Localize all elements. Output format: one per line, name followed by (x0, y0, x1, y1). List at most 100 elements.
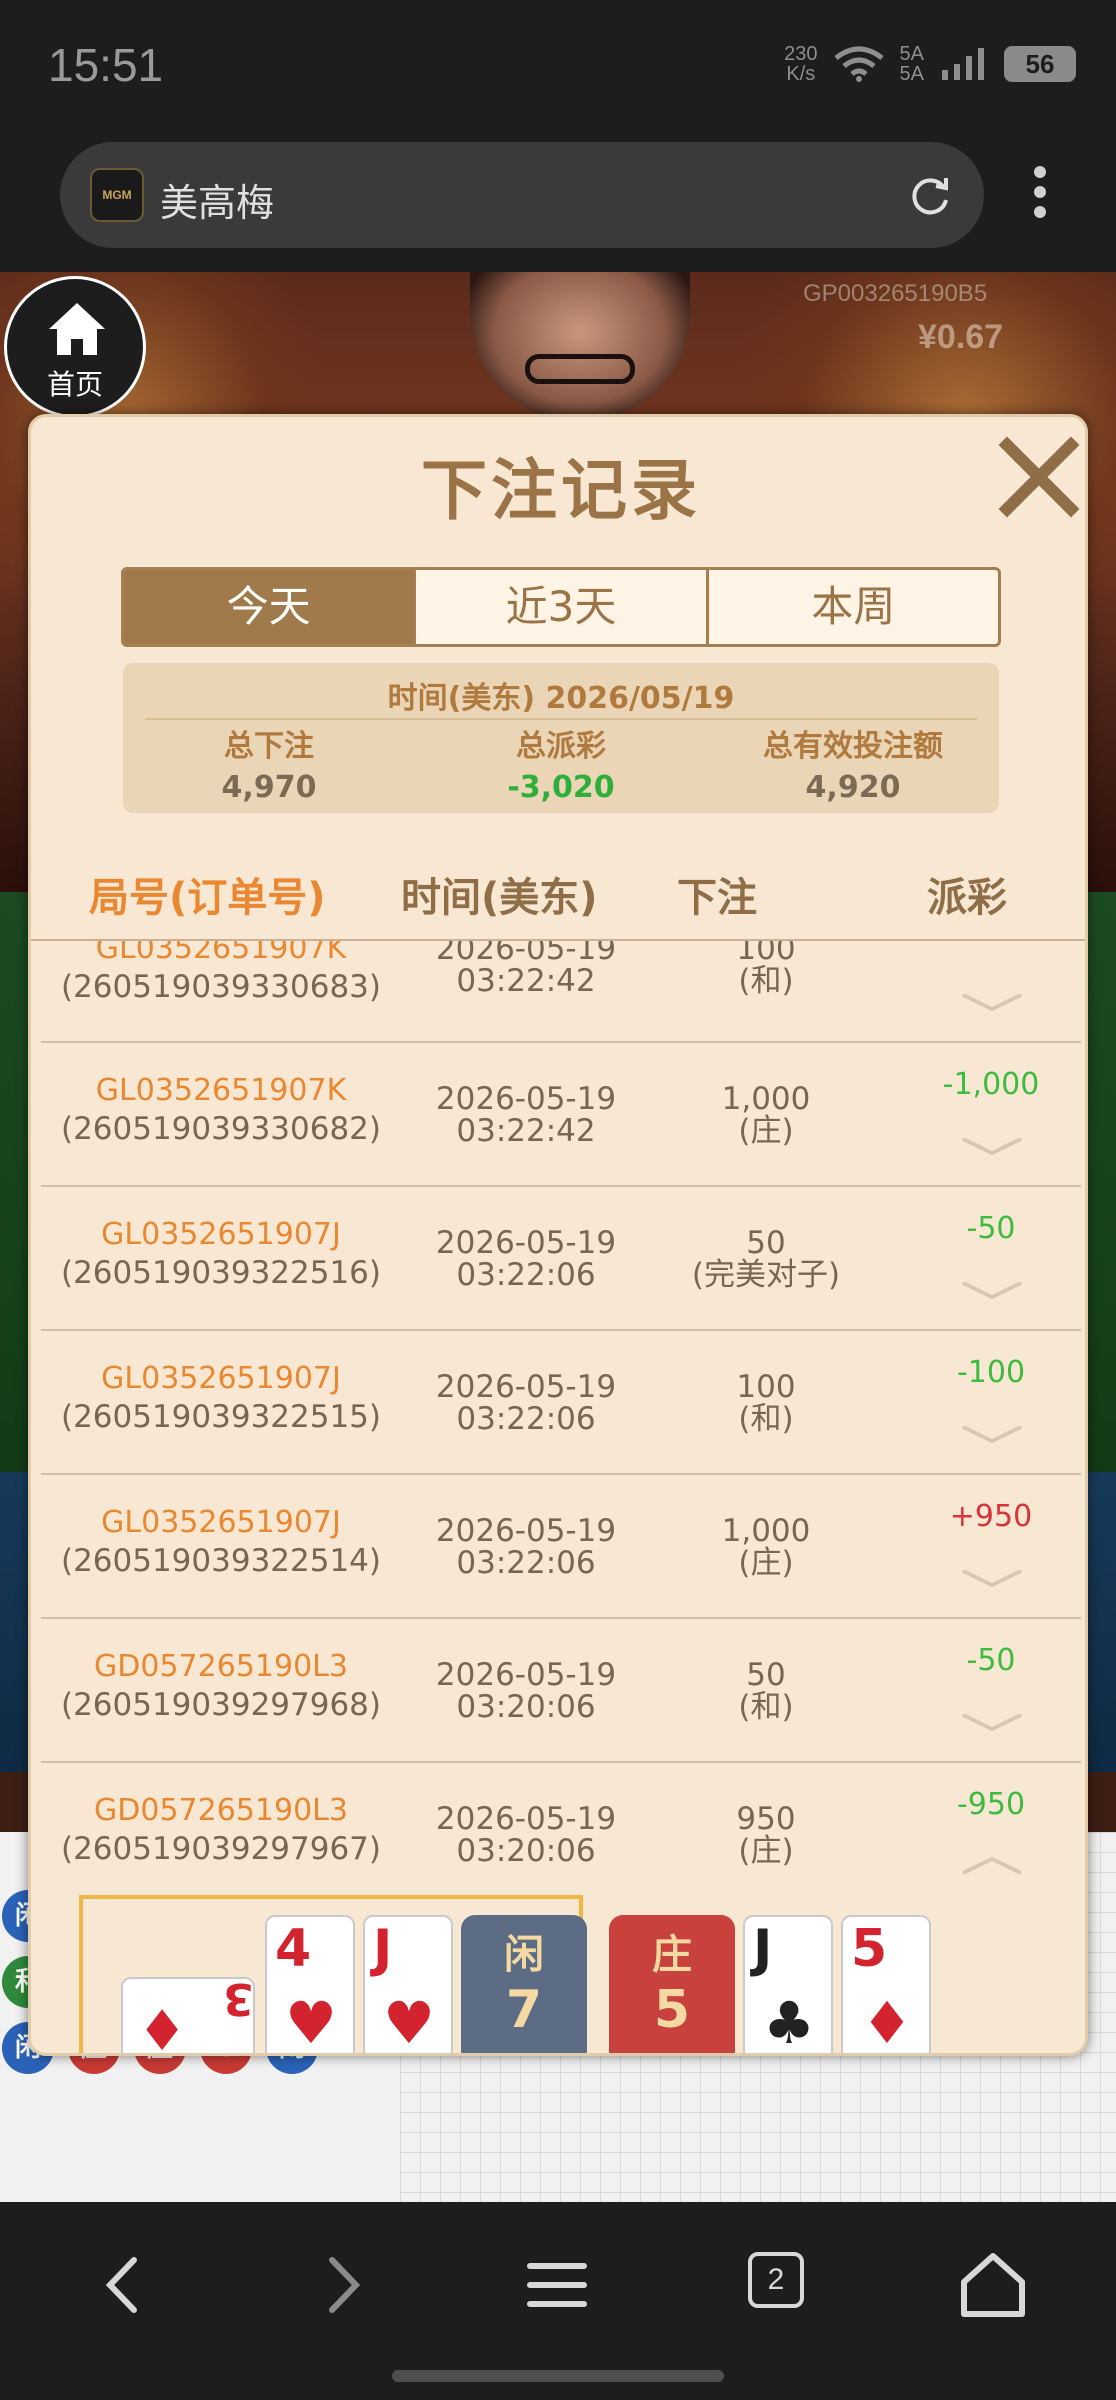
valid-bet-value: 4,920 (805, 770, 901, 805)
round-id: GP003265190B5 (803, 280, 988, 307)
row-date: 2026-05-19 (435, 1081, 617, 1117)
row-id-cell: GD057265190L3 (260519039297967) (41, 1793, 401, 1869)
card-rank: 3 (223, 1977, 254, 2024)
bet-amount: 100 (736, 1369, 796, 1405)
order-number: (260519039297967) (60, 1831, 382, 1867)
row-time: 03:22:42 (456, 963, 596, 999)
column-header-payout: 派彩 (927, 875, 1007, 921)
game-id: GL0352651907K (95, 1073, 347, 1108)
row-time-cell: 2026-05-19 03:22:42 (391, 941, 661, 997)
game-id: GL0352651907K (95, 941, 347, 966)
chevron-down-icon[interactable] (959, 1421, 1025, 1447)
gesture-bar[interactable] (392, 2370, 724, 2382)
bet-type: (庄) (738, 1113, 794, 1149)
player-label: 闲 (504, 1932, 544, 1978)
bet-type: (庄) (738, 1545, 794, 1581)
total-bet-value: 4,970 (221, 770, 317, 805)
tab-today[interactable]: 今天 (124, 570, 417, 644)
banker-label: 庄 (652, 1932, 692, 1978)
bet-amount: 100 (736, 941, 796, 967)
table-row[interactable]: GL0352651907J (260519039322514) 2026-05-… (41, 1475, 1081, 1619)
table-row[interactable]: GL0352651907J (260519039322516) 2026-05-… (41, 1187, 1081, 1331)
status-icons: 230 K/s 5A 5A 56 (784, 44, 1076, 84)
summary-date: 时间(美东) 2026/05/19 (387, 681, 735, 716)
row-time-cell: 2026-05-19 03:20:06 (391, 1803, 661, 1867)
chevron-down-icon[interactable] (959, 1565, 1025, 1591)
close-icon[interactable] (997, 435, 1081, 519)
payout-value: -1,000 (942, 1067, 1040, 1102)
tabs-icon[interactable]: 2 (748, 2252, 804, 2308)
bet-amount: 50 (746, 1657, 786, 1693)
column-header-bet: 下注 (677, 875, 757, 921)
heart-icon: ♥ (383, 1989, 435, 2056)
address-bar[interactable]: MGM 美高梅 (60, 142, 984, 248)
chevron-down-icon[interactable] (959, 1709, 1025, 1735)
banker-card-2: 5 ♦ (841, 1915, 931, 2053)
row-date: 2026-05-19 (435, 941, 617, 967)
tab-last-3-days[interactable]: 近3天 (416, 570, 709, 644)
row-time: 03:22:06 (456, 1545, 596, 1581)
player-score: 7 (505, 1980, 543, 2040)
table-row[interactable]: GL0352651907K (260519039330683) 2026-05-… (41, 941, 1081, 1043)
summary-divider (145, 718, 977, 720)
row-time: 03:22:06 (456, 1401, 596, 1437)
chevron-down-icon[interactable] (959, 1133, 1025, 1159)
column-header-id: 局号(订单号) (89, 875, 326, 921)
card-rank: J (753, 1919, 773, 1979)
row-time-cell: 2026-05-19 03:22:06 (391, 1227, 661, 1291)
row-time: 03:20:06 (456, 1689, 596, 1725)
home-nav-icon[interactable] (958, 2250, 1028, 2320)
more-menu-icon[interactable] (1020, 160, 1060, 230)
chevron-down-icon[interactable] (959, 1277, 1025, 1303)
bet-record-list[interactable]: GL0352651907K (260519039330683) 2026-05-… (31, 941, 1085, 2053)
row-id-cell: GL0352651907J (260519039322515) (41, 1361, 401, 1437)
dealer-glasses (525, 354, 635, 384)
banker-score: 5 (653, 1980, 691, 2040)
reload-icon[interactable] (906, 172, 954, 220)
table-row[interactable]: GD057265190L3 (260519039297968) 2026-05-… (41, 1619, 1081, 1763)
column-header-time: 时间(美东) (401, 875, 598, 921)
back-icon[interactable] (90, 2250, 160, 2320)
bet-type: (和) (738, 1401, 794, 1437)
order-number: (260519039322515) (60, 1399, 382, 1435)
bet-type: (完美对子) (691, 1257, 841, 1293)
table-row[interactable]: GL0352651907J (260519039322515) 2026-05-… (41, 1331, 1081, 1475)
menu-icon[interactable] (522, 2250, 592, 2320)
row-id-cell: GL0352651907K (260519039330683) (41, 941, 401, 1007)
table-row[interactable]: GL0352651907K (260519039330682) 2026-05-… (41, 1043, 1081, 1187)
player-card-3: J ♥ (363, 1915, 453, 2056)
tab-this-week[interactable]: 本周 (709, 570, 998, 644)
signal-labels: 5A 5A (900, 44, 924, 84)
payout-value: -50 (966, 1643, 1016, 1678)
site-favicon: MGM (90, 168, 144, 222)
order-number: (260519039330683) (60, 969, 382, 1005)
total-bet: 总下注 4,970 (123, 727, 415, 809)
row-bet-cell: 100 (和) (641, 941, 891, 997)
modal-title: 下注记录 (421, 452, 701, 529)
order-number: (260519039297968) (60, 1687, 382, 1723)
page-title: 美高梅 (160, 181, 275, 225)
game-id: GL0352651907J (101, 1505, 341, 1540)
row-id-cell: GL0352651907J (260519039322516) (41, 1217, 401, 1293)
bet-type: (庄) (738, 1833, 794, 1869)
payout-value: +950 (949, 1499, 1033, 1534)
chevron-down-icon[interactable] (959, 989, 1025, 1015)
banker-score-badge: 庄 5 (609, 1915, 735, 2053)
card-rank: 4 (275, 1919, 312, 1979)
net-speed-value: 230 (784, 43, 818, 65)
row-time-cell: 2026-05-19 03:22:42 (391, 1083, 661, 1147)
table-row-expanded[interactable]: GD057265190L3 (260519039297967) 2026-05-… (41, 1763, 1081, 1907)
order-number: (260519039322514) (60, 1543, 382, 1579)
row-bet-cell: 950 (庄) (641, 1803, 891, 1867)
row-bet-cell: 1,000 (庄) (641, 1515, 891, 1579)
bet-type: (和) (738, 963, 794, 999)
home-button[interactable]: 首页 (4, 276, 146, 418)
row-id-cell: GL0352651907K (260519039330682) (41, 1073, 401, 1149)
heart-icon: ♥ (285, 1989, 337, 2056)
game-id: GD057265190L3 (94, 1649, 348, 1684)
row-time-cell: 2026-05-19 03:20:06 (391, 1659, 661, 1723)
forward-icon[interactable] (306, 2250, 376, 2320)
row-id-cell: GL0352651907J (260519039322514) (41, 1505, 401, 1581)
bet-amount: 50 (746, 1225, 786, 1261)
chevron-up-icon[interactable] (959, 1853, 1025, 1879)
